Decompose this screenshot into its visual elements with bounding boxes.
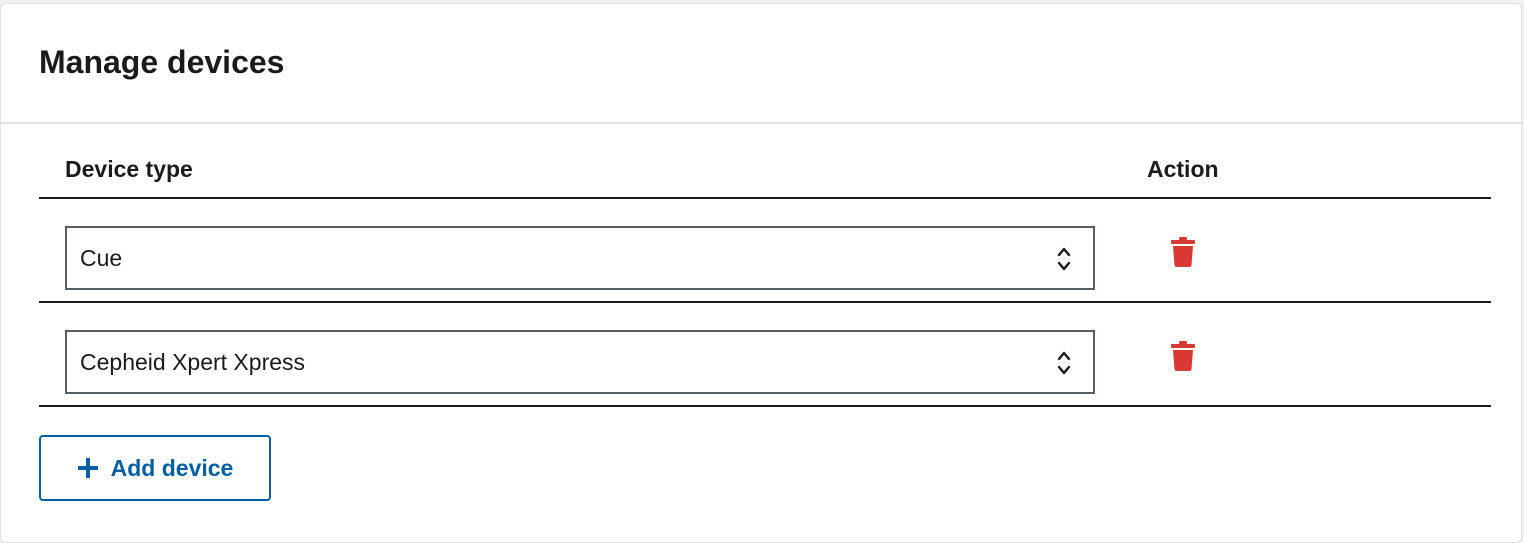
manage-devices-card: Manage devices Device type Action Cue Ce… [0, 3, 1522, 543]
select-arrows-icon [1057, 247, 1071, 271]
card-header: Manage devices [1, 4, 1521, 124]
device-type-select-value: Cue [80, 245, 123, 271]
plus-icon [77, 458, 98, 478]
devices-table: Device type Action Cue Cepheid Xpert Xpr… [39, 140, 1491, 407]
column-header-action: Action [1147, 156, 1219, 182]
device-type-select-value: Cepheid Xpert Xpress [80, 349, 306, 375]
table-row: Cue [39, 199, 1491, 303]
page-title: Manage devices [39, 44, 285, 80]
table-row: Cepheid Xpert Xpress [39, 303, 1491, 407]
add-device-label: Add device [110, 454, 234, 481]
table-header: Device type Action [39, 140, 1491, 199]
select-arrows-icon [1057, 351, 1071, 375]
trash-icon[interactable] [1171, 237, 1195, 267]
device-type-select[interactable]: Cue [65, 226, 1095, 290]
device-type-select[interactable]: Cepheid Xpert Xpress [65, 330, 1095, 394]
add-device-button[interactable]: Add device [39, 435, 271, 501]
trash-icon[interactable] [1171, 341, 1195, 371]
column-header-device-type: Device type [65, 156, 193, 182]
